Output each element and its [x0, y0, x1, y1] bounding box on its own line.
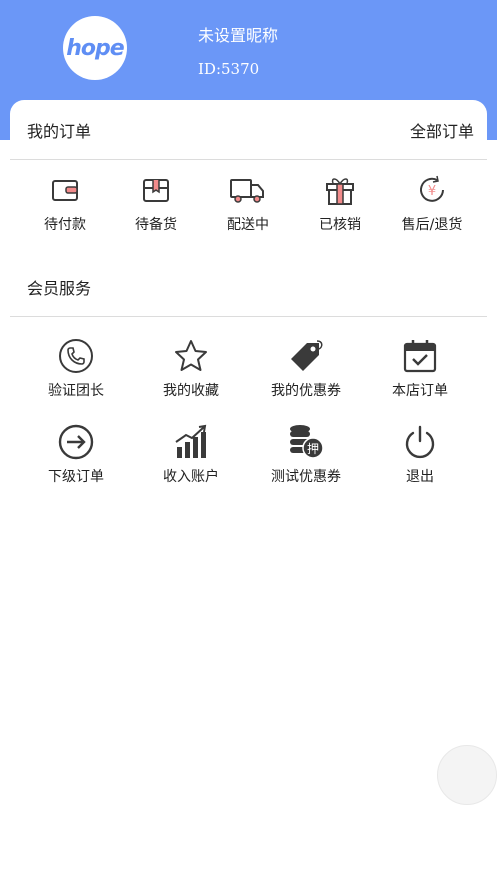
- service-label: 我的优惠券: [271, 383, 341, 399]
- order-item-label: 待付款: [44, 217, 86, 233]
- order-item-label: 配送中: [227, 217, 269, 233]
- yen-refund-icon: ¥: [412, 170, 452, 210]
- floating-action-button[interactable]: [437, 745, 497, 805]
- orders-card-body: [0, 140, 497, 160]
- service-label: 收入账户: [163, 469, 219, 485]
- service-test-coupons[interactable]: 押 测试优惠券: [268, 422, 344, 486]
- gift-box-icon: [136, 170, 176, 210]
- services-title: 会员服务: [27, 279, 92, 298]
- order-item-verified[interactable]: 已核销: [314, 170, 366, 234]
- order-item-label: 售后/退货: [401, 217, 463, 233]
- order-item-label: 待备货: [135, 217, 177, 233]
- tag-icon: [286, 336, 326, 376]
- order-item-delivering[interactable]: 配送中: [222, 170, 274, 234]
- service-store-orders[interactable]: 本店订单: [389, 336, 451, 400]
- wallet-icon: [45, 170, 85, 210]
- coin-badge-text: 押: [307, 442, 319, 456]
- service-income-account[interactable]: 收入账户: [160, 422, 222, 486]
- orders-divider: [10, 159, 487, 160]
- service-label: 测试优惠券: [271, 469, 341, 485]
- service-label: 下级订单: [48, 469, 104, 485]
- order-item-pending-payment[interactable]: 待付款: [39, 170, 91, 234]
- service-label: 验证团长: [48, 383, 104, 399]
- user-id: ID:5370: [198, 60, 260, 78]
- service-label: 我的收藏: [163, 383, 219, 399]
- avatar-logo-text: hope: [66, 35, 124, 61]
- gift-icon: [320, 170, 360, 210]
- phone-icon: [56, 336, 96, 376]
- services-divider: [10, 316, 487, 317]
- order-item-after-sales[interactable]: ¥ 售后/退货: [398, 170, 466, 234]
- service-label: 本店订单: [392, 383, 448, 399]
- order-item-label: 已核销: [319, 217, 361, 233]
- service-my-favorites[interactable]: 我的收藏: [160, 336, 222, 400]
- service-logout[interactable]: 退出: [389, 422, 451, 486]
- truck-icon: [228, 170, 268, 210]
- service-label: 退出: [406, 469, 434, 485]
- chart-growth-icon: [171, 422, 211, 462]
- service-my-coupons[interactable]: 我的优惠券: [268, 336, 344, 400]
- coins-icon: 押: [286, 422, 326, 462]
- service-subordinate-orders[interactable]: 下级订单: [45, 422, 107, 486]
- svg-text:¥: ¥: [428, 184, 436, 199]
- arrow-right-circle-icon: [56, 422, 96, 462]
- orders-title: 我的订单: [27, 122, 92, 141]
- nickname[interactable]: 未设置昵称: [198, 22, 278, 46]
- service-verify-leader[interactable]: 验证团长: [45, 336, 107, 400]
- all-orders-link[interactable]: 全部订单: [410, 118, 474, 142]
- star-icon: [171, 336, 211, 376]
- avatar[interactable]: hope: [63, 16, 127, 80]
- power-icon: [400, 422, 440, 462]
- order-item-preparing[interactable]: 待备货: [130, 170, 182, 234]
- calendar-check-icon: [400, 336, 440, 376]
